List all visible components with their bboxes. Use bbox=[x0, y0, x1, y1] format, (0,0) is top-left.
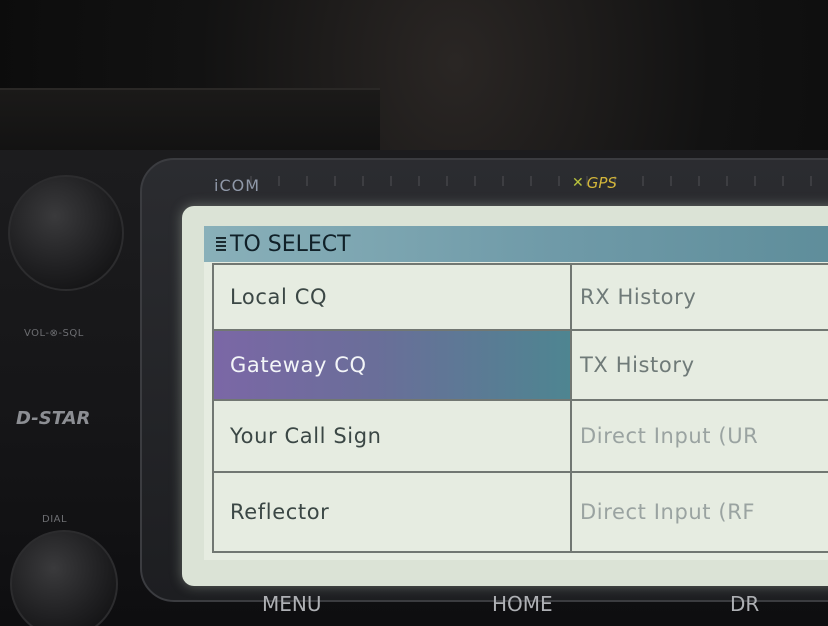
menu-item-direct-input-rpt[interactable]: Direct Input (RF bbox=[572, 471, 828, 551]
gps-indicator: ✕ GPS bbox=[572, 172, 654, 194]
dr-button[interactable]: DR bbox=[730, 592, 759, 616]
menu-item-label: Your Call Sign bbox=[230, 424, 382, 448]
brand-logo: iCOM bbox=[214, 176, 261, 195]
selection-grid: Local CQ Gateway CQ Your Call Sign Refle… bbox=[212, 263, 828, 553]
vol-sql-label: VOL-⊗-SQL bbox=[24, 328, 84, 339]
volume-squelch-knob[interactable] bbox=[8, 175, 124, 291]
home-button[interactable]: HOME bbox=[492, 592, 553, 616]
menu-item-direct-input-ur[interactable]: Direct Input (UR bbox=[572, 399, 828, 471]
gps-satellite-icon: ✕ bbox=[572, 175, 584, 191]
dial-label: DIAL bbox=[42, 514, 68, 525]
menu-item-rx-history[interactable]: RX History bbox=[572, 263, 828, 329]
menu-item-gateway-cq[interactable]: Gateway CQ bbox=[214, 329, 572, 399]
menu-item-label: Local CQ bbox=[230, 285, 328, 309]
menu-lines-icon bbox=[216, 237, 226, 251]
menu-item-label: Direct Input (RF bbox=[580, 500, 756, 524]
screen-title: TO SELECT bbox=[230, 231, 351, 257]
led-reflections bbox=[250, 176, 828, 186]
menu-item-local-cq[interactable]: Local CQ bbox=[214, 263, 572, 329]
menu-item-your-call-sign[interactable]: Your Call Sign bbox=[214, 399, 572, 471]
title-bar: TO SELECT bbox=[204, 226, 828, 262]
menu-item-label: RX History bbox=[580, 285, 697, 309]
menu-item-label: Direct Input (UR bbox=[580, 424, 759, 448]
menu-item-tx-history[interactable]: TX History bbox=[572, 329, 828, 399]
menu-item-reflector[interactable]: Reflector bbox=[214, 471, 572, 551]
menu-button[interactable]: MENU bbox=[262, 592, 322, 616]
menu-item-label: Gateway CQ bbox=[230, 353, 367, 377]
photo-scene: VOL-⊗-SQL D-STAR DIAL iCOM ✕ GPS TO SELE… bbox=[0, 0, 828, 626]
menu-item-label: TX History bbox=[580, 353, 695, 377]
lcd-screen: TO SELECT Local CQ Gateway CQ Your Call … bbox=[204, 226, 828, 560]
dstar-logo: D-STAR bbox=[16, 408, 91, 429]
menu-item-label: Reflector bbox=[230, 500, 330, 524]
gps-label: GPS bbox=[586, 174, 617, 192]
